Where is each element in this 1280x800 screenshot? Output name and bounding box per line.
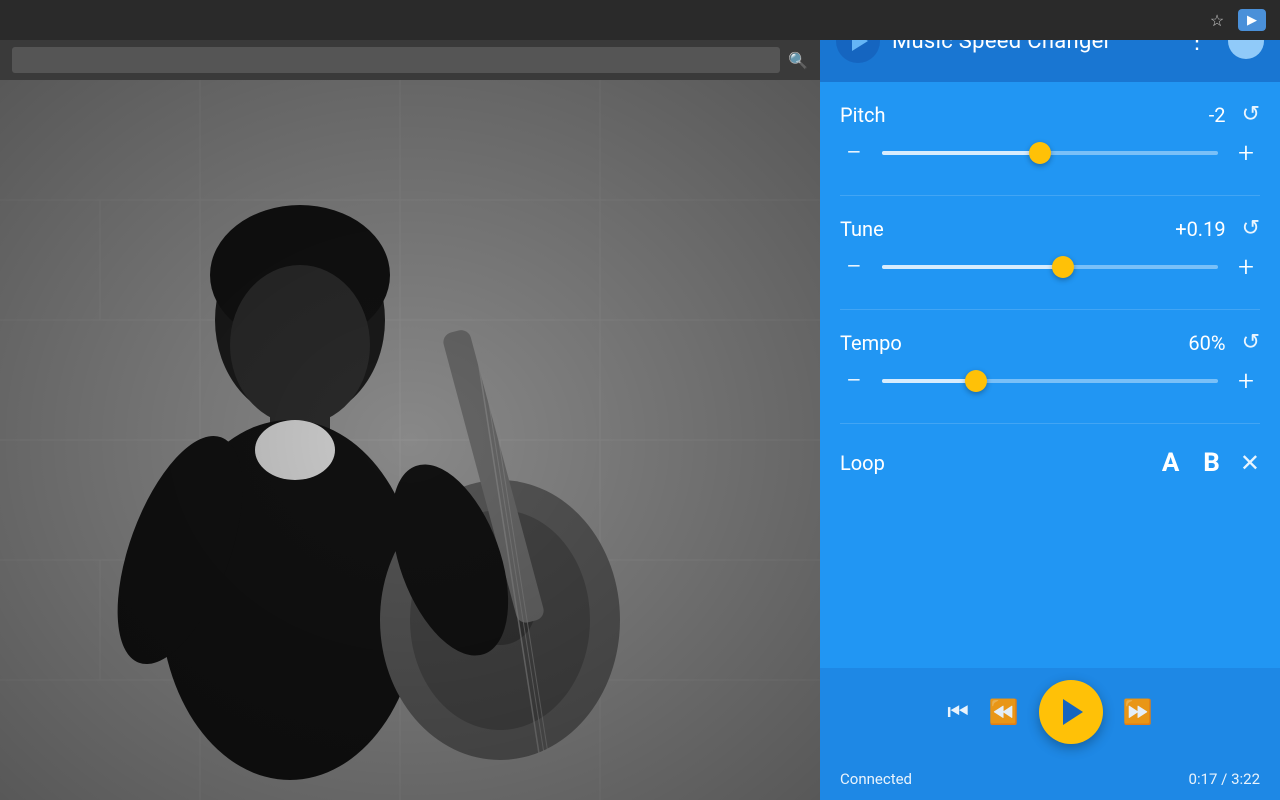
fast-forward-button[interactable]: ⏩ <box>1123 698 1153 726</box>
transport-bar: ⏮ ⏪ ⏩ Connected 0:17 / 3:22 <box>820 668 1280 800</box>
tune-control: Tune +0.19 ↺ − + <box>840 216 1260 281</box>
tempo-label-row: Tempo 60% ↺ <box>840 330 1260 355</box>
tune-value: +0.19 <box>1175 217 1225 241</box>
pitch-increase-button[interactable]: + <box>1232 139 1260 167</box>
tune-slider[interactable] <box>882 257 1218 277</box>
tempo-divider <box>840 423 1260 424</box>
tempo-control: Tempo 60% ↺ − + <box>840 330 1260 395</box>
tempo-increase-button[interactable]: + <box>1232 367 1260 395</box>
pitch-reset-icon[interactable]: ↺ <box>1242 102 1260 127</box>
pitch-value: -2 <box>1209 103 1226 127</box>
video-background <box>0 80 820 800</box>
transport-controls: ⏮ ⏪ ⏩ <box>947 680 1152 744</box>
tempo-slider[interactable] <box>882 371 1218 391</box>
playback-time: 0:17 / 3:22 <box>1189 770 1260 788</box>
address-bar: 🔍 <box>0 40 820 80</box>
rewind-button[interactable]: ⏪ <box>989 698 1019 726</box>
music-speed-changer-panel: Music Speed Changer ⋮ Pitch -2 ↺ − + <box>820 0 1280 800</box>
pitch-slider[interactable] <box>882 143 1218 163</box>
loop-a-button[interactable]: A <box>1150 444 1191 482</box>
address-input[interactable] <box>12 47 780 73</box>
pitch-label-row: Pitch -2 ↺ <box>840 102 1260 127</box>
tempo-reset-icon[interactable]: ↺ <box>1242 330 1260 355</box>
tune-divider <box>840 309 1260 310</box>
tune-decrease-button[interactable]: − <box>840 253 868 281</box>
tune-label-row: Tune +0.19 ↺ <box>840 216 1260 241</box>
tune-increase-button[interactable]: + <box>1232 253 1260 281</box>
pitch-fill <box>882 151 1040 155</box>
tune-fill <box>882 265 1063 269</box>
extension-icon[interactable]: ▶ <box>1238 9 1266 31</box>
pitch-label: Pitch <box>840 103 1209 127</box>
video-visual <box>0 80 820 800</box>
tune-thumb[interactable] <box>1052 256 1074 278</box>
loop-close-button[interactable]: ✕ <box>1240 449 1260 477</box>
pitch-thumb[interactable] <box>1029 142 1051 164</box>
tempo-label: Tempo <box>840 331 1188 355</box>
play-button[interactable] <box>1039 680 1103 744</box>
tempo-fill <box>882 379 976 383</box>
tune-slider-row: − + <box>840 253 1260 281</box>
tempo-decrease-button[interactable]: − <box>840 367 868 395</box>
search-icon[interactable]: 🔍 <box>788 51 808 70</box>
controls-area: Pitch -2 ↺ − + Tune +0.19 ↺ <box>820 82 1280 668</box>
video-area <box>0 80 820 800</box>
pitch-divider <box>840 195 1260 196</box>
star-icon[interactable]: ☆ <box>1206 9 1228 31</box>
tune-track <box>882 265 1218 269</box>
pitch-control: Pitch -2 ↺ − + <box>840 102 1260 167</box>
play-icon <box>1063 699 1083 725</box>
tempo-thumb[interactable] <box>965 370 987 392</box>
tune-reset-icon[interactable]: ↺ <box>1242 216 1260 241</box>
browser-chrome: ☆ ▶ <box>0 0 1280 40</box>
tempo-track <box>882 379 1218 383</box>
skip-back-button[interactable]: ⏮ <box>947 698 969 726</box>
tune-label: Tune <box>840 217 1175 241</box>
loop-b-button[interactable]: B <box>1191 444 1232 482</box>
status-bar: Connected 0:17 / 3:22 <box>840 760 1260 800</box>
pitch-slider-row: − + <box>840 139 1260 167</box>
connection-status: Connected <box>840 770 912 788</box>
tempo-slider-row: − + <box>840 367 1260 395</box>
tempo-value: 60% <box>1188 331 1225 355</box>
loop-control: Loop A B ✕ <box>840 444 1260 502</box>
pitch-decrease-button[interactable]: − <box>840 139 868 167</box>
loop-label: Loop <box>840 451 1150 475</box>
pitch-track <box>882 151 1218 155</box>
